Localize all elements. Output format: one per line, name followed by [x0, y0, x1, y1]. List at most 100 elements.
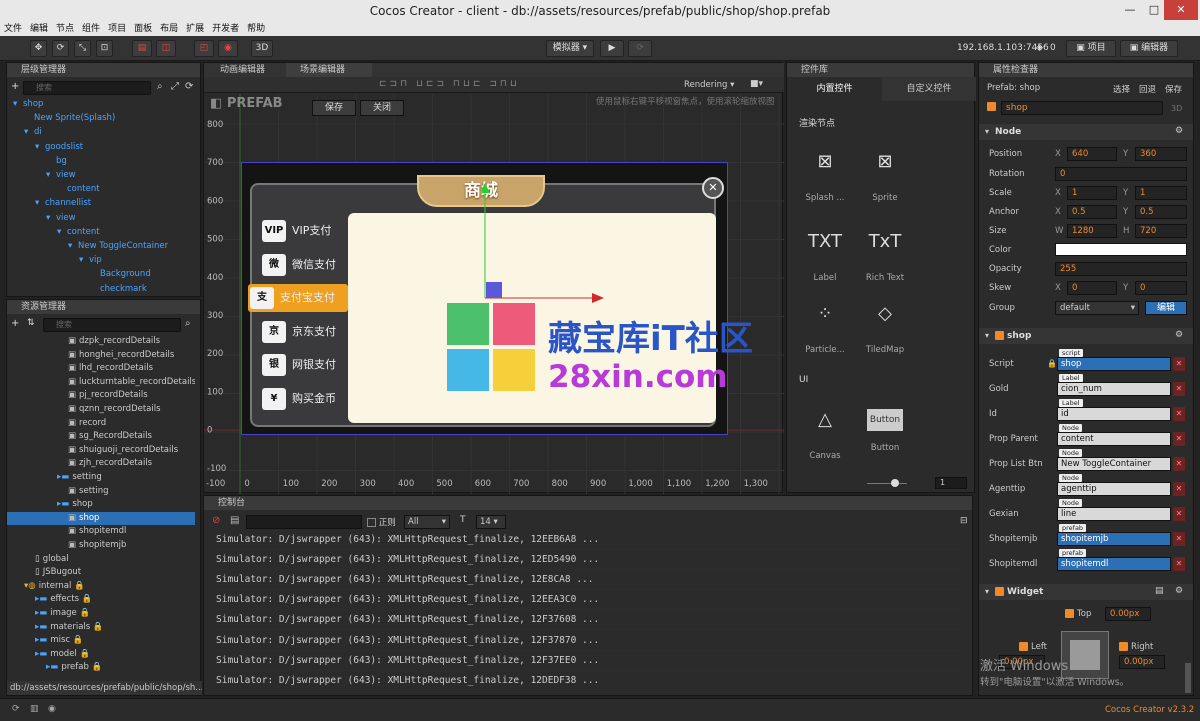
hierarchy-node[interactable]: ▾ content	[7, 226, 195, 240]
prop-value-field[interactable]: line	[1057, 507, 1171, 521]
save-prefab-button[interactable]: 保存	[312, 100, 356, 116]
hierarchy-node[interactable]: Background	[7, 268, 195, 282]
pay-channel-item[interactable]: 微微信支付	[260, 251, 346, 279]
sort-icon[interactable]: ⇅	[27, 318, 35, 328]
gear-icon[interactable]: ⚙	[1175, 126, 1183, 136]
pay-channel-item[interactable]: ¥ 购买金币	[260, 385, 346, 413]
position-y-field[interactable]: 360	[1135, 147, 1187, 161]
asset-item[interactable]: ▣ shopitemdl	[7, 525, 195, 539]
expand-icon[interactable]: ⤢	[171, 81, 179, 92]
control-item[interactable]: ⁘ Particle...	[795, 295, 855, 355]
asset-item[interactable]: ▸▬ misc 🔒	[7, 634, 195, 648]
chevron-down-icon[interactable]: ▾	[35, 197, 45, 211]
transform-gizmo[interactable]	[482, 183, 607, 303]
pay-channel-item[interactable]: 京京东支付	[260, 318, 346, 346]
clear-prop-icon[interactable]: ✕	[1173, 507, 1185, 521]
zoom-value[interactable]: 1	[935, 477, 967, 489]
asset-item[interactable]: ▯ global	[7, 553, 195, 567]
asset-item[interactable]: ▸▬ setting	[7, 471, 195, 485]
asset-item[interactable]: ▸▬ image 🔒	[7, 607, 195, 621]
menu-item[interactable]: 面板	[130, 22, 156, 36]
position-x-field[interactable]: 640	[1067, 147, 1117, 161]
asset-item[interactable]: ▣ lhd_recordDetails	[7, 362, 195, 376]
console-log-line[interactable]: Simulator: D/jswrapper (643): XMLHttpReq…	[212, 570, 964, 591]
asset-item[interactable]: ▸▬ effects 🔒	[7, 593, 195, 607]
shop-component-header[interactable]: shop	[979, 328, 1193, 344]
node-active-checkbox[interactable]	[987, 102, 999, 112]
close-window-button[interactable]: ✕	[1164, 0, 1198, 20]
scale-tool-icon[interactable]: ⤡	[74, 40, 91, 57]
menu-item[interactable]: 布局	[156, 22, 182, 36]
assets-search-input[interactable]: 搜索	[43, 318, 181, 332]
prop-value-field[interactable]: shopitemdl	[1057, 557, 1171, 571]
opacity-field[interactable]: 255	[1055, 262, 1187, 276]
add-asset-icon[interactable]: +	[11, 318, 19, 329]
chevron-down-icon[interactable]: ▾	[24, 126, 34, 140]
add-node-icon[interactable]: +	[11, 81, 19, 92]
console-log-line[interactable]: Simulator: D/jswrapper (643): XMLHttpReq…	[212, 610, 964, 631]
asset-item[interactable]: ▣ dzpk_recordDetails	[7, 335, 195, 349]
clear-prop-icon[interactable]: ✕	[1173, 432, 1185, 446]
snap-icon[interactable]: ◰	[194, 40, 214, 57]
camera-icon[interactable]: ■▾	[750, 79, 763, 89]
log-level-select[interactable]: All ▾	[404, 515, 450, 529]
scale-x-field[interactable]: 1	[1067, 186, 1117, 200]
chevron-down-icon[interactable]: ▾	[57, 226, 67, 240]
book-icon[interactable]: ▤	[1155, 586, 1164, 596]
play-button[interactable]: ▶	[600, 40, 624, 57]
asset-item[interactable]: ▣ honghei_recordDetails	[7, 349, 195, 363]
console-log-line[interactable]: Simulator: D/jswrapper (643): XMLHttpReq…	[212, 530, 964, 550]
canvas-frame[interactable]: VIP VIP支付微微信支付支支付宝支付京京东支付银网银支付 ¥ 购买金币 商城 ✕ …	[241, 162, 753, 435]
group-select[interactable]: default ▾	[1055, 301, 1139, 315]
open-log-icon[interactable]: ▤	[230, 515, 239, 526]
clear-prop-icon[interactable]: ✕	[1173, 357, 1185, 371]
shop-close-button[interactable]: ✕	[702, 177, 724, 199]
align-icons[interactable]: ⊏⊐⊓ ⊔⊏⊐ ⊓⊔⊏ ⊐⊓⊔	[379, 79, 520, 89]
tab-scene-editor[interactable]: 场景编辑器	[286, 63, 372, 77]
node-section-header[interactable]: Node	[979, 124, 1193, 140]
clear-prop-icon[interactable]: ✕	[1173, 457, 1185, 471]
project-button[interactable]: ▣ 项目	[1066, 40, 1116, 57]
menu-item[interactable]: 文件	[0, 22, 26, 36]
editor-button[interactable]: ▣ 编辑器	[1120, 40, 1178, 57]
pay-channel-item[interactable]: 银网银支付	[260, 351, 346, 379]
skew-x-field[interactable]: 0	[1067, 281, 1117, 295]
pay-channel-item[interactable]: 支支付宝支付	[248, 284, 348, 312]
asset-item[interactable]: ▣ shopitemjb	[7, 539, 195, 553]
hierarchy-node[interactable]: ▾ shop	[7, 98, 195, 112]
save-prefab-button[interactable]: 保存	[1165, 83, 1182, 95]
pivot-icon[interactable]: ▤	[132, 40, 152, 57]
hierarchy-node[interactable]: ▾ channellist	[7, 197, 195, 211]
close-prefab-button[interactable]: 关闭	[360, 100, 404, 116]
asset-item[interactable]: ▣ pj_recordDetails	[7, 389, 195, 403]
hierarchy-node[interactable]: ▾ view	[7, 212, 195, 226]
color-swatch[interactable]	[1055, 243, 1187, 256]
rect-tool-icon[interactable]: ⊡	[96, 40, 113, 57]
asset-item[interactable]: ▸▬ prefab 🔒	[7, 661, 195, 675]
skew-y-field[interactable]: 0	[1135, 281, 1187, 295]
anchor-x-field[interactable]: 0.5	[1067, 205, 1117, 219]
collapse-icon[interactable]: ⊟	[960, 516, 968, 526]
asset-item[interactable]: ▣ setting	[7, 485, 195, 499]
hierarchy-node[interactable]: checkmark	[7, 283, 195, 296]
menu-item[interactable]: 帮助	[243, 22, 269, 36]
console-log-line[interactable]: Simulator: D/jswrapper (643): XMLHttpReq…	[212, 590, 964, 611]
hierarchy-node[interactable]: New Sprite(Splash)	[7, 112, 195, 126]
gear-icon[interactable]: ⚙	[1175, 330, 1183, 340]
clear-prop-icon[interactable]: ✕	[1173, 382, 1185, 396]
control-item[interactable]: ◇ TiledMap	[855, 295, 915, 355]
zoom-slider[interactable]	[867, 483, 907, 484]
hierarchy-node[interactable]: ▾ New ToggleContainer	[7, 240, 195, 254]
asset-item[interactable]: ▣ record	[7, 417, 195, 431]
rotation-field[interactable]: 0	[1055, 167, 1187, 181]
prop-value-field[interactable]: agenttip	[1057, 482, 1171, 496]
console-log-line[interactable]: Simulator: D/jswrapper (643): XMLHttpReq…	[212, 671, 964, 691]
clear-prop-icon[interactable]: ✕	[1173, 557, 1185, 571]
asset-item[interactable]: ▸▬ model 🔒	[7, 648, 195, 662]
anchor-y-field[interactable]: 0.5	[1135, 205, 1187, 219]
control-item[interactable]: TxT Rich Text	[855, 223, 915, 283]
hierarchy-node[interactable]: content	[7, 183, 195, 197]
asset-item[interactable]: ▣ luckturntable_recordDetails	[7, 376, 195, 390]
control-item[interactable]: ⊠ Sprite	[855, 143, 915, 203]
pay-channel-item[interactable]: VIP VIP支付	[260, 217, 346, 245]
